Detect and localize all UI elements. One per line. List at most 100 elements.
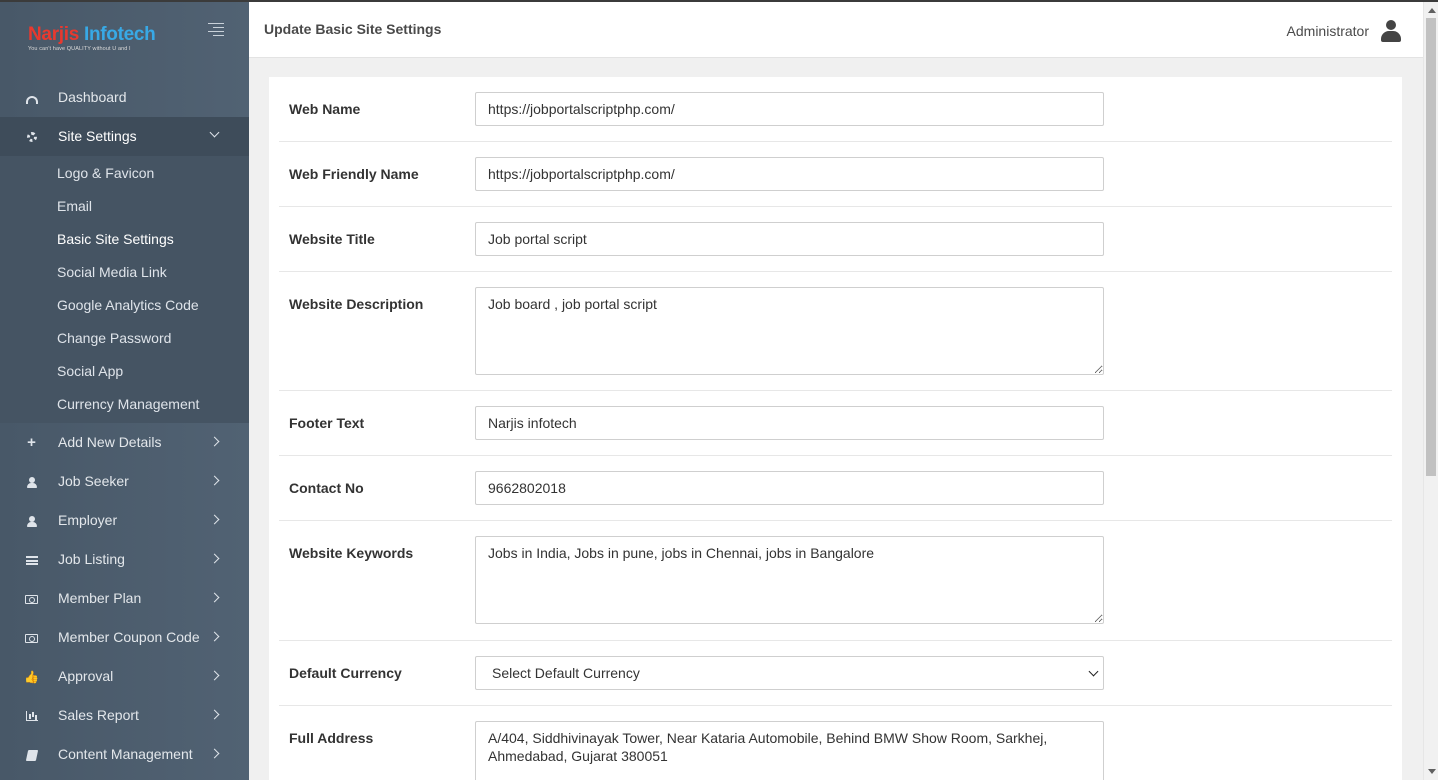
chevron-right-icon: [209, 475, 220, 486]
user-icon: [1381, 20, 1401, 42]
sidebar-item-label: Job Listing: [58, 551, 125, 567]
plus-icon: +: [27, 434, 36, 451]
logo-tagline: You can't have QUALITY without U and I: [28, 46, 131, 52]
page-scrollbar[interactable]: [1423, 2, 1438, 780]
form-row-default-currency: Default Currency Select Default Currency: [279, 641, 1392, 706]
sidebar-item-member-coupon-code[interactable]: Member Coupon Code: [0, 618, 249, 657]
user-name: Administrator: [1286, 23, 1369, 39]
contact-no-input[interactable]: [475, 471, 1104, 505]
sidebar-item-dashboard[interactable]: Dashboard: [0, 78, 249, 117]
sidebar: Narjis Infotech You can't have QUALITY w…: [0, 0, 249, 780]
website-title-label: Website Title: [289, 231, 375, 247]
web-name-input[interactable]: [475, 92, 1104, 126]
scrollbar-thumb[interactable]: [1426, 18, 1436, 476]
website-description-label: Website Description: [289, 296, 424, 312]
contact-no-label: Contact No: [289, 480, 364, 496]
sidebar-item-job-listing[interactable]: Job Listing: [0, 540, 249, 579]
sidebar-item-label: Employer: [58, 512, 118, 528]
submenu-item-currency-management[interactable]: Currency Management: [0, 388, 249, 421]
web-friendly-name-input[interactable]: [475, 157, 1104, 191]
money-icon: [25, 593, 38, 605]
sidebar-item-content-management[interactable]: Content Management: [0, 735, 249, 774]
logo-text-part1: Narjis: [28, 24, 84, 45]
logo-text-part2: Infotech: [84, 24, 156, 45]
form-row-website-title: Website Title: [279, 207, 1392, 272]
user-menu[interactable]: Administrator: [1287, 20, 1401, 42]
logo[interactable]: Narjis Infotech You can't have QUALITY w…: [28, 24, 156, 53]
sidebar-item-label: Member Coupon Code: [58, 629, 200, 645]
thumbs-up-icon: 👍: [24, 670, 39, 684]
chevron-right-icon: [209, 709, 220, 720]
submenu-item-google-analytics-code[interactable]: Google Analytics Code: [0, 289, 249, 322]
menu-toggle-icon[interactable]: [208, 23, 224, 37]
brand: Narjis Infotech You can't have QUALITY w…: [0, 0, 249, 78]
default-currency-selected: Select Default Currency: [492, 665, 640, 681]
scroll-down-arrow-icon[interactable]: [1428, 769, 1436, 774]
sidebar-item-label: Sales Report: [58, 707, 139, 723]
chevron-right-icon: [209, 553, 220, 564]
sidebar-item-label: Content Management: [58, 746, 193, 762]
website-keywords-label: Website Keywords: [289, 545, 414, 561]
list-icon: [25, 554, 38, 566]
website-title-input[interactable]: [475, 222, 1104, 256]
book-icon: [25, 749, 38, 761]
default-currency-label: Default Currency: [289, 665, 402, 681]
bar-chart-icon: [25, 710, 38, 722]
footer-text-input[interactable]: [475, 406, 1104, 440]
form-row-full-address: Full Address A/404, Siddhivinayak Tower,…: [279, 706, 1392, 780]
scroll-up-arrow-icon[interactable]: [1428, 8, 1436, 13]
chevron-right-icon: [209, 592, 220, 603]
sidebar-item-label: Approval: [58, 668, 114, 684]
form-row-contact-no: Contact No: [279, 456, 1392, 521]
logo-text: Narjis Infotech: [28, 24, 156, 46]
sidebar-item-sales-report[interactable]: Sales Report: [0, 696, 249, 735]
form-row-website-keywords: Website Keywords Jobs in India, Jobs in …: [279, 521, 1392, 641]
sidebar-item-site-settings[interactable]: Site Settings: [0, 117, 249, 156]
sidebar-item-member-plan[interactable]: Member Plan: [0, 579, 249, 618]
sidebar-item-label: Dashboard: [58, 89, 127, 105]
full-address-textarea[interactable]: A/404, Siddhivinayak Tower, Near Kataria…: [475, 721, 1104, 780]
chevron-right-icon: [209, 514, 220, 525]
sidebar-item-label: Member Plan: [58, 590, 142, 606]
form-row-website-description: Website Description Job board , job port…: [279, 272, 1392, 391]
sidebar-item-employer[interactable]: Employer: [0, 501, 249, 540]
user-icon: [25, 515, 38, 527]
sidebar-item-label: Add New Details: [58, 434, 162, 450]
money-icon: [25, 632, 38, 644]
chevron-down-icon: [209, 127, 220, 138]
submenu-item-change-password[interactable]: Change Password: [0, 322, 249, 355]
site-settings-submenu: Logo & Favicon Email Basic Site Settings…: [0, 156, 249, 423]
web-friendly-name-label: Web Friendly Name: [289, 166, 419, 182]
chevron-right-icon: [209, 670, 220, 681]
page-header: Update Basic Site Settings Administrator: [249, 2, 1423, 58]
footer-text-label: Footer Text: [289, 415, 365, 431]
submenu-item-social-media-link[interactable]: Social Media Link: [0, 256, 249, 289]
full-address-label: Full Address: [289, 730, 374, 746]
website-description-textarea[interactable]: Job board , job portal script: [475, 287, 1104, 375]
default-currency-select[interactable]: Select Default Currency: [475, 656, 1104, 690]
submenu-item-basic-site-settings[interactable]: Basic Site Settings: [0, 223, 249, 256]
chevron-right-icon: [209, 748, 220, 759]
dashboard-icon: [25, 92, 38, 104]
sidebar-item-label: Site Settings: [58, 128, 137, 144]
window-top-border: [0, 0, 1438, 2]
submenu-item-logo-favicon[interactable]: Logo & Favicon: [0, 157, 249, 190]
sidebar-item-label: Job Seeker: [58, 473, 129, 489]
form-row-footer-text: Footer Text: [279, 391, 1392, 456]
chevron-right-icon: [209, 631, 220, 642]
sidebar-item-job-seeker[interactable]: Job Seeker: [0, 462, 249, 501]
web-name-label: Web Name: [289, 101, 361, 117]
sidebar-item-approval[interactable]: 👍 Approval: [0, 657, 249, 696]
chevron-down-icon: [1088, 666, 1099, 677]
user-icon: [25, 476, 38, 488]
page-title: Update Basic Site Settings: [264, 21, 442, 37]
cogs-icon: [25, 131, 38, 143]
website-keywords-textarea[interactable]: Jobs in India, Jobs in pune, jobs in Che…: [475, 536, 1104, 624]
submenu-item-email[interactable]: Email: [0, 190, 249, 223]
submenu-item-social-app[interactable]: Social App: [0, 355, 249, 388]
form-row-web-friendly-name: Web Friendly Name: [279, 142, 1392, 207]
chevron-right-icon: [209, 436, 220, 447]
form-row-web-name: Web Name: [279, 77, 1392, 142]
sidebar-item-add-new-details[interactable]: + Add New Details: [0, 423, 249, 462]
settings-form: Web Name Web Friendly Name Website Title…: [269, 77, 1402, 780]
